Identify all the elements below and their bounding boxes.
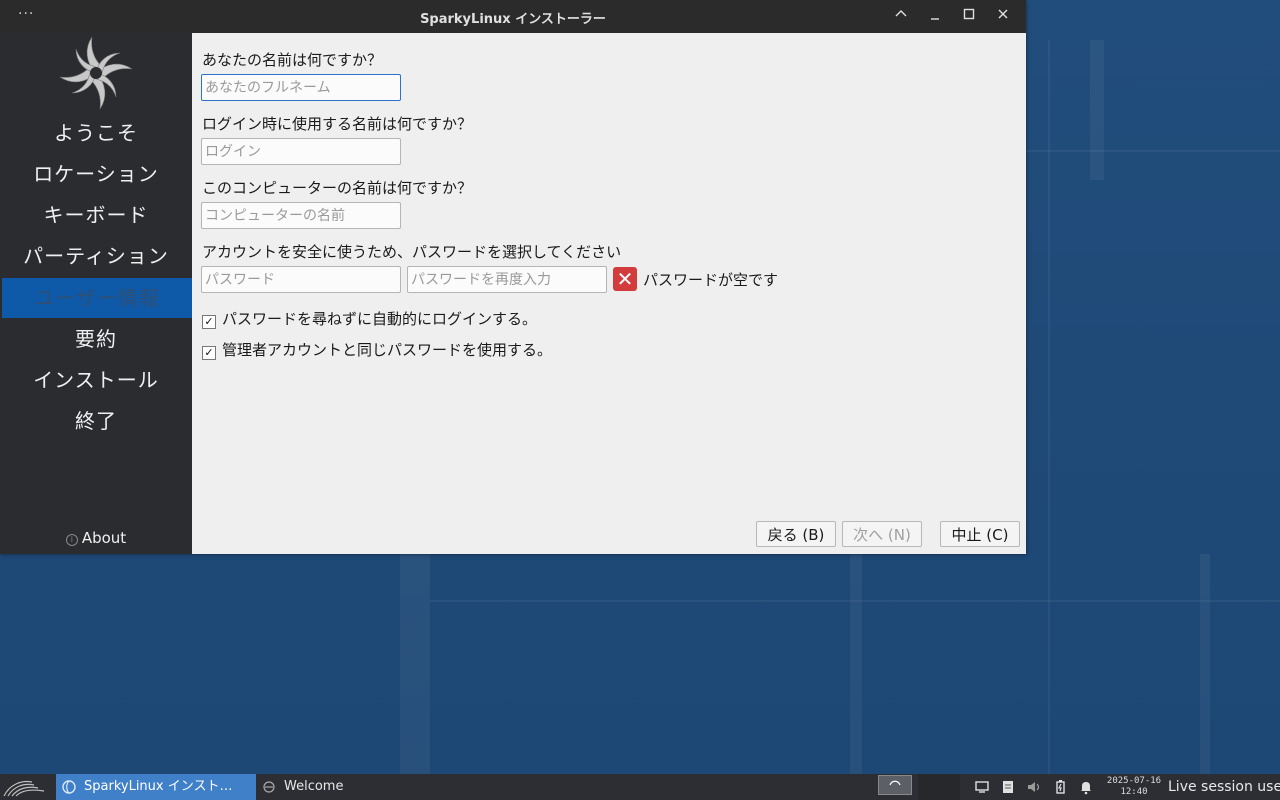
taskbar-task-installer[interactable]: SparkyLinux インスト…: [56, 774, 256, 800]
window-title: SparkyLinux インストーラー: [420, 12, 606, 27]
error-icon: ✕: [613, 267, 637, 291]
password-input[interactable]: [201, 266, 401, 293]
fullname-question: あなたの名前は何ですか？: [202, 51, 383, 69]
workspace-empty[interactable]: [918, 774, 960, 800]
close-icon: [998, 9, 1008, 19]
autologin-checkbox[interactable]: ✓ パスワードを尋ねずに自動的にログインする。: [202, 308, 537, 329]
login-question: ログイン時に使用する名前は何ですか？: [202, 115, 473, 133]
task-label: SparkyLinux インスト…: [84, 779, 233, 794]
same-password-checkbox[interactable]: ✓ 管理者アカウントと同じパスワードを使用する。: [202, 339, 552, 360]
users-page: あなたの名前は何ですか？ ログイン時に使用する名前は何ですか？ このコンピュータ…: [192, 33, 1026, 554]
sparky-logo-icon: [59, 36, 133, 110]
sidebar-item-location: ロケーション: [33, 162, 159, 186]
password-error-text: パスワードが空です: [643, 271, 779, 289]
installer-window: ··· SparkyLinux インストーラー ようこそ ロケーション キーボー…: [0, 0, 1026, 554]
task-label: Welcome: [284, 779, 344, 794]
clock-time: 12:40: [1120, 787, 1148, 797]
same-password-label: 管理者アカウントと同じパスワードを使用する。: [222, 341, 553, 359]
maximize-button[interactable]: [958, 6, 980, 28]
hostname-question: このコンピューターの名前は何ですか？: [202, 179, 473, 197]
sidebar: ようこそ ロケーション キーボード パーティション ユーザー情報 要約 インスト…: [0, 33, 192, 554]
hostname-input[interactable]: [201, 202, 401, 229]
autologin-label: パスワードを尋ねずに自動的にログインする。: [222, 310, 538, 328]
minimize-button[interactable]: [924, 6, 946, 28]
maximize-icon: [963, 8, 975, 20]
titlebar: ··· SparkyLinux インストーラー: [0, 0, 1026, 33]
session-user[interactable]: Live session user: [1168, 779, 1280, 795]
workspace-switcher[interactable]: [878, 775, 912, 795]
clipboard-icon[interactable]: [1000, 779, 1016, 795]
back-button[interactable]: 戻る (B): [756, 521, 836, 547]
workspace-icon: [889, 780, 901, 786]
sidebar-item-summary: 要約: [75, 327, 117, 351]
checkbox-checked-icon: ✓: [202, 346, 216, 360]
about-button[interactable]: i About: [0, 529, 192, 547]
welcome-app-icon: [263, 781, 275, 793]
bell-icon[interactable]: [1078, 779, 1094, 795]
taskbar: SparkyLinux インスト… Welcome 2025-07-16 12:…: [0, 774, 1280, 800]
login-input[interactable]: [201, 138, 401, 165]
close-button[interactable]: [992, 6, 1014, 28]
sidebar-item-users: ユーザー情報: [2, 278, 192, 318]
sidebar-item-welcome: ようこそ: [54, 121, 138, 145]
taskbar-task-welcome[interactable]: Welcome: [256, 774, 376, 800]
sidebar-item-keyboard: キーボード: [43, 203, 149, 227]
clock[interactable]: 2025-07-16 12:40: [1106, 776, 1162, 798]
sidebar-item-partition: パーティション: [23, 244, 169, 268]
info-icon: i: [65, 534, 78, 546]
volume-icon[interactable]: [1026, 779, 1042, 795]
next-button[interactable]: 次へ (N): [842, 521, 922, 547]
start-menu-icon[interactable]: [0, 774, 52, 800]
cancel-button[interactable]: 中止 (C): [940, 521, 1020, 547]
chevron-up-icon: [895, 10, 907, 17]
sidebar-item-install: インストール: [33, 368, 159, 392]
minimize-icon: [931, 18, 939, 20]
password-repeat-input[interactable]: [407, 266, 607, 293]
battery-icon[interactable]: [1052, 779, 1068, 795]
checkbox-checked-icon: ✓: [202, 315, 216, 329]
clock-date: 2025-07-16: [1106, 776, 1162, 786]
shade-button[interactable]: [890, 6, 912, 28]
display-icon[interactable]: [974, 779, 990, 795]
sparky-app-icon: [62, 780, 76, 794]
password-question: アカウントを安全に使うため、パスワードを選択してください: [202, 243, 622, 261]
sidebar-item-finish: 終了: [75, 409, 117, 433]
fullname-input[interactable]: [201, 74, 401, 101]
about-label: About: [81, 529, 127, 547]
